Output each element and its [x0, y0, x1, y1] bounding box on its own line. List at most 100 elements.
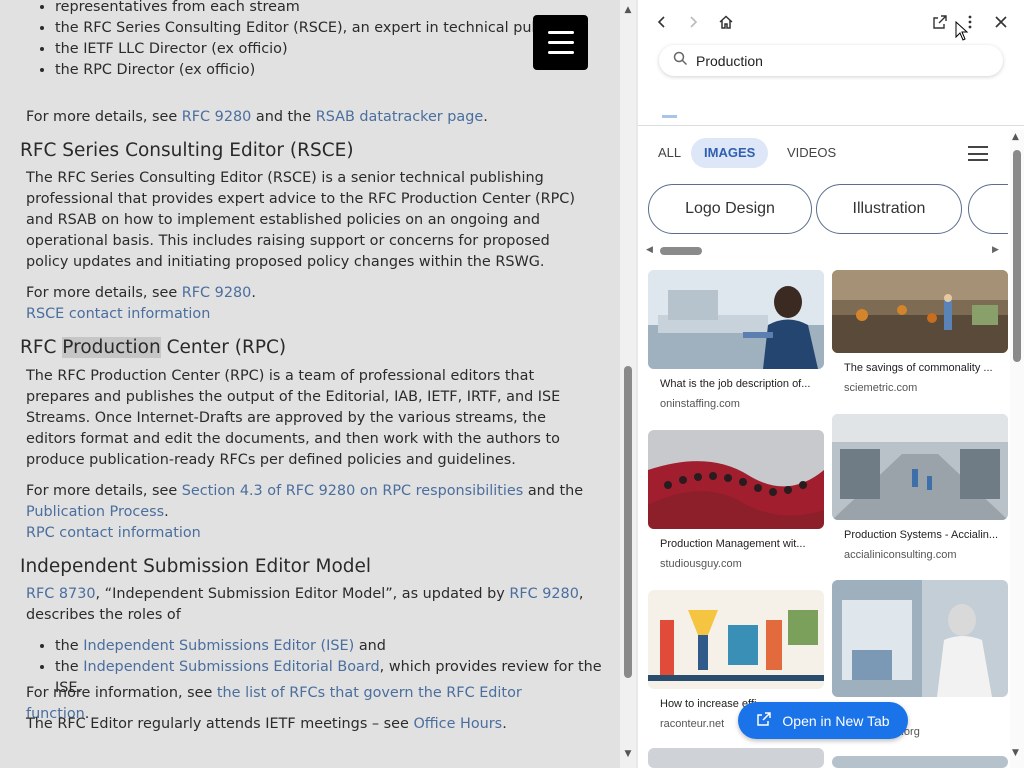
divider	[638, 125, 1024, 126]
result-image-illustration[interactable]	[648, 590, 824, 689]
text: the	[55, 659, 84, 675]
menu-bar	[547, 31, 574, 34]
tab-videos[interactable]: VIDEOS	[787, 138, 836, 168]
menu-bar	[547, 41, 574, 44]
text: For more information, see	[26, 685, 217, 701]
suggestion-chips: Logo Design Illustration	[648, 184, 1008, 234]
text: .	[483, 109, 488, 125]
scrollbar-thumb[interactable]	[660, 247, 702, 255]
rfc-9280-link[interactable]: RFC 9280	[182, 109, 252, 125]
image-result-card[interactable]	[648, 748, 824, 768]
text: For more details, see	[26, 109, 182, 125]
external-link-icon	[756, 711, 772, 730]
ise-heading: Independent Submission Editor Model	[20, 556, 372, 577]
search-highlight: Production	[62, 337, 161, 358]
text: and	[354, 638, 386, 654]
result-tabs: ALL IMAGES VIDEOS	[638, 138, 1008, 168]
document-content: representatives from each stream the RFC…	[0, 0, 612, 768]
office-hours-link[interactable]: Office Hours	[413, 716, 502, 732]
rfc-9280-link[interactable]: RFC 9280	[182, 285, 252, 301]
result-source: oninstaffing.com	[660, 398, 740, 410]
result-image-assembly-floor[interactable]	[832, 270, 1008, 353]
rsab-more-details: For more details, see RFC 9280 and the R…	[0, 107, 585, 128]
image-result-card[interactable]: Production Management wit... studiousguy…	[648, 430, 824, 570]
image-result-card[interactable]: What is the job description of... oninst…	[648, 270, 824, 410]
rfc-9280-section-link[interactable]: Section 4.3 of RFC 9280 on RPC responsib…	[182, 483, 523, 499]
publication-process-link[interactable]: Publication Process	[26, 504, 164, 520]
result-source: studiousguy.com	[660, 558, 742, 570]
open-in-new-tab-button[interactable]: Open in New Tab	[738, 702, 908, 739]
scroll-up-arrow-icon[interactable]: ▲	[622, 4, 634, 16]
rpc-contact-link[interactable]: RPC contact information	[26, 525, 201, 541]
office-hours-text: The RFC Editor regularly attends IETF me…	[0, 714, 585, 735]
list-item: representatives from each stream	[55, 0, 587, 18]
scrollbar-thumb[interactable]	[624, 366, 632, 678]
rsce-contact-link[interactable]: RSCE contact information	[26, 306, 210, 322]
rpc-body: The RFC Production Center (RPC) is a tea…	[26, 368, 561, 468]
back-icon[interactable]	[651, 11, 673, 33]
result-image-factory-worker[interactable]	[648, 270, 824, 369]
result-title: Production Systems - Accialin...	[844, 529, 999, 541]
list-item: the RPC Director (ex officio)	[55, 60, 587, 81]
result-image-bottling-line[interactable]	[648, 430, 824, 529]
search-field[interactable]	[659, 45, 1003, 76]
text: and the	[251, 109, 316, 125]
text: The RFC Editor regularly attends IETF me…	[26, 716, 414, 732]
results-scrollbar[interactable]: ▲ ▼	[1010, 130, 1024, 768]
rsab-datatracker-link[interactable]: RSAB datatracker page	[316, 109, 484, 125]
scroll-down-arrow-icon[interactable]: ▼	[622, 748, 634, 760]
text: ,	[578, 586, 584, 602]
scroll-right-arrow-icon[interactable]: ▶	[992, 245, 999, 255]
filter-menu-icon[interactable]	[968, 146, 988, 161]
search-input[interactable]	[696, 52, 976, 69]
chip-more[interactable]	[968, 184, 1008, 234]
result-image[interactable]	[832, 756, 1008, 768]
rpc-heading: RFC Production Center (RPC)	[0, 335, 286, 361]
search-icon	[673, 51, 688, 70]
result-image-warehouse[interactable]	[832, 414, 1008, 520]
result-image[interactable]	[648, 748, 824, 768]
document-scrollbar[interactable]: ▲ ▼	[620, 0, 636, 768]
list-item: the IETF LLC Director (ex officio)	[55, 39, 587, 60]
text: .	[251, 285, 256, 301]
close-icon[interactable]	[990, 11, 1012, 33]
chips-scrollbar[interactable]: ◀ ▶	[646, 244, 1004, 258]
menu-bar	[547, 51, 574, 54]
text: RFC	[20, 337, 63, 358]
document-pane: representatives from each stream the RFC…	[0, 0, 620, 768]
ise-link[interactable]: Independent Submissions Editor (ISE)	[83, 638, 354, 654]
text: Center (RPC)	[160, 337, 287, 358]
text: and the	[523, 483, 584, 499]
ise-description: RFC 8730, “Independent Submission Editor…	[0, 584, 585, 626]
chip-logo-design[interactable]: Logo Design	[648, 184, 812, 234]
image-result-card[interactable]: Production Systems - Accialin... acciali…	[832, 414, 1008, 561]
text: For more details, see	[26, 285, 182, 301]
text: the	[55, 638, 84, 654]
image-result-card[interactable]: The savings of commonality ... sciemetri…	[832, 270, 1008, 394]
rfc-8730-link[interactable]: RFC 8730	[26, 586, 96, 602]
text: .	[502, 716, 507, 732]
forward-icon[interactable]	[682, 11, 704, 33]
result-source: sciemetric.com	[844, 382, 918, 394]
open-in-new-tab-label: Open in New Tab	[782, 712, 890, 729]
text: For more details, see	[26, 483, 182, 499]
result-image-lab-worker[interactable]	[832, 580, 1008, 697]
image-result-card[interactable]	[832, 756, 1008, 768]
tab-all[interactable]: ALL	[658, 138, 681, 168]
ise-board-link[interactable]: Independent Submissions Editorial Board	[83, 659, 379, 675]
scroll-down-arrow-icon[interactable]: ▼	[1012, 748, 1019, 758]
chip-illustration[interactable]: Illustration	[816, 184, 962, 234]
menu-button[interactable]	[533, 15, 588, 70]
home-icon[interactable]	[715, 11, 737, 33]
rfc-9280-link[interactable]: RFC 9280	[509, 586, 579, 602]
rsce-body: The RFC Series Consulting Editor (RSCE) …	[26, 170, 575, 270]
text: , “Independent Submission Editor Model”,…	[95, 586, 510, 602]
scrollbar-thumb[interactable]	[1013, 150, 1021, 362]
scroll-left-arrow-icon[interactable]: ◀	[646, 245, 653, 255]
list-item: the Independent Submissions Editor (ISE)…	[55, 636, 612, 657]
external-link-icon[interactable]	[929, 11, 951, 33]
rsce-heading: RFC Series Consulting Editor (RSCE)	[20, 140, 354, 161]
tab-images[interactable]: IMAGES	[691, 138, 769, 168]
scroll-up-arrow-icon[interactable]: ▲	[1012, 132, 1019, 142]
list-item: the RFC Series Consulting Editor (RSCE),…	[55, 18, 587, 39]
